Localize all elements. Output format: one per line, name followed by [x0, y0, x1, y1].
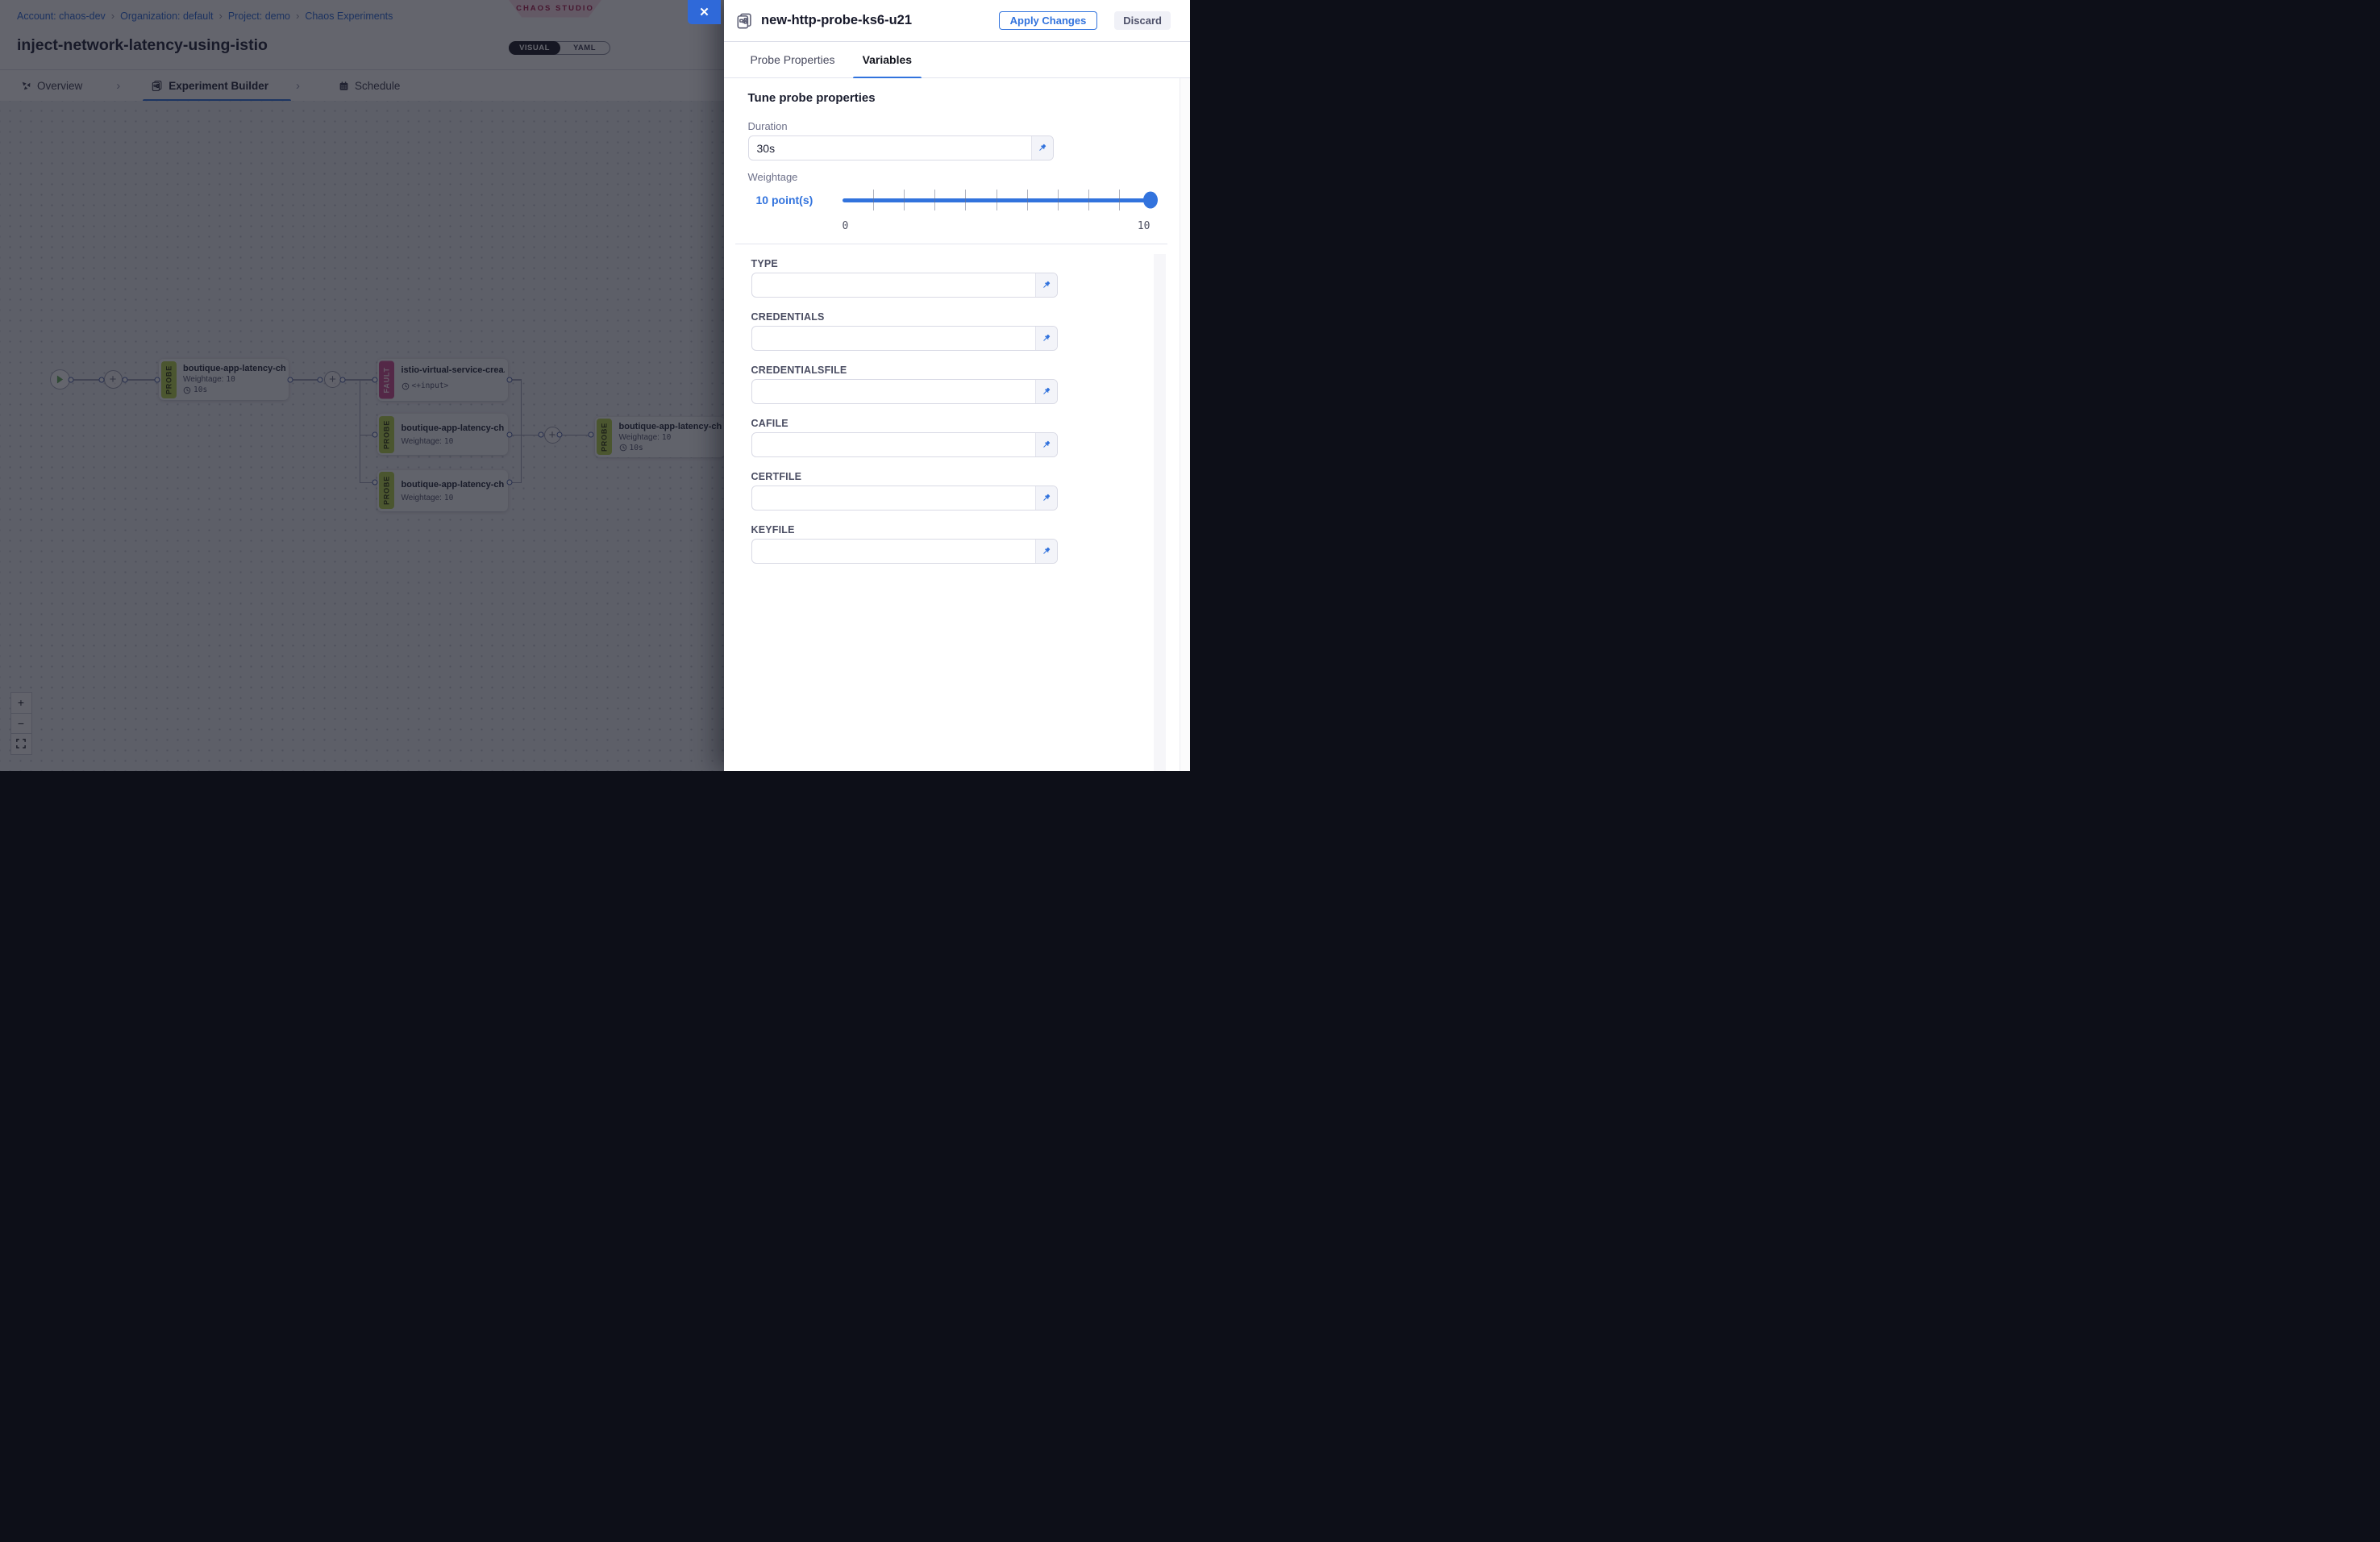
tab-variables[interactable]: Variables — [853, 42, 922, 77]
chaos-studio-app: Account: chaos-dev › Organization: defau… — [0, 0, 1190, 771]
variable-label-keyfile: KEYFILE — [751, 524, 1191, 536]
drawer-scrim — [0, 0, 724, 771]
pin-runtime-input-button[interactable] — [1035, 486, 1057, 510]
pin-icon — [1037, 143, 1047, 153]
variable-field-certfile — [751, 486, 1058, 511]
variable-label-type: TYPE — [751, 258, 1191, 269]
probe-config-drawer: new-http-probe-ks6-u21 Apply Changes Dis… — [724, 0, 1190, 771]
variable-input-credentials[interactable] — [752, 327, 1035, 350]
tab-probe-properties[interactable]: Probe Properties — [741, 42, 845, 77]
variables-list: TYPE CREDENTIALS CREDENTIALSFILE — [748, 258, 1191, 564]
apply-changes-button[interactable]: Apply Changes — [999, 11, 1098, 30]
duration-field — [748, 135, 1054, 160]
weightage-value-text: 10 point(s) — [756, 194, 813, 206]
pin-icon — [1041, 493, 1051, 503]
close-icon: ✕ — [699, 5, 709, 19]
weightage-slider-track[interactable] — [843, 198, 1150, 203]
pin-runtime-input-button[interactable] — [1035, 540, 1057, 563]
pin-runtime-input-button[interactable] — [1035, 273, 1057, 297]
pin-runtime-input-button[interactable] — [1035, 433, 1057, 456]
variable-field-credentials — [751, 326, 1058, 351]
pin-icon — [1041, 333, 1051, 344]
discard-button[interactable]: Discard — [1114, 11, 1171, 30]
drawer-tabs: Probe Properties Variables — [724, 42, 1190, 78]
tune-probe-properties-heading: Tune probe properties — [748, 91, 1191, 105]
weightage-slider-fill — [843, 198, 1150, 203]
variable-input-cafile[interactable] — [752, 433, 1035, 456]
pin-runtime-input-button[interactable] — [1035, 327, 1057, 350]
variable-field-credentialsfile — [751, 379, 1058, 404]
pin-runtime-input-button[interactable] — [1031, 136, 1053, 160]
pin-icon — [1041, 546, 1051, 556]
duration-input[interactable] — [749, 136, 1031, 160]
weightage-minmax: 0 10 — [843, 220, 1150, 232]
variable-input-credentialsfile[interactable] — [752, 380, 1035, 403]
weightage-label: Weightage — [748, 171, 1191, 183]
duration-label: Duration — [748, 120, 1191, 132]
pin-icon — [1041, 280, 1051, 290]
variable-field-cafile — [751, 432, 1058, 457]
variable-input-type[interactable] — [752, 273, 1035, 297]
variables-scrollbar[interactable] — [1154, 254, 1166, 771]
weightage-max-label: 10 — [1138, 220, 1150, 232]
pin-icon — [1041, 440, 1051, 450]
variable-label-cafile: CAFILE — [751, 418, 1191, 429]
variable-label-credentialsfile: CREDENTIALSFILE — [751, 365, 1191, 376]
variable-label-credentials: CREDENTIALS — [751, 311, 1191, 323]
probe-name-title: new-http-probe-ks6-u21 — [761, 13, 912, 28]
probe-icon — [735, 12, 753, 30]
variable-label-certfile: CERTFILE — [751, 471, 1191, 482]
variable-field-type — [751, 273, 1058, 298]
weightage-min-label: 0 — [843, 220, 849, 232]
pin-runtime-input-button[interactable] — [1035, 380, 1057, 403]
variable-field-keyfile — [751, 539, 1058, 564]
drawer-body: Tune probe properties Duration Weightage — [724, 78, 1190, 771]
variable-input-keyfile[interactable] — [752, 540, 1035, 563]
close-drawer-button[interactable]: ✕ — [688, 0, 721, 24]
variable-input-certfile[interactable] — [752, 486, 1035, 510]
pin-icon — [1041, 386, 1051, 397]
drawer-scrollbar[interactable] — [1180, 78, 1190, 771]
weightage-slider-row: 10 point(s) — [748, 186, 1167, 219]
drawer-header: new-http-probe-ks6-u21 Apply Changes Dis… — [724, 0, 1190, 42]
